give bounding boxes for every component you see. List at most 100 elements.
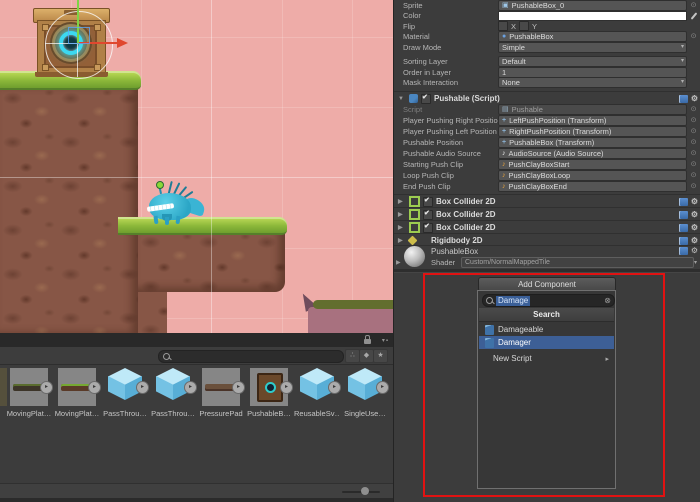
cube-thumbnail: ▸: [346, 368, 384, 406]
gear-icon[interactable]: ⚙: [691, 95, 698, 103]
component-enabled-checkbox[interactable]: [421, 94, 431, 104]
prefab-arrow-badge[interactable]: ▸: [280, 381, 293, 394]
slider-knob[interactable]: [361, 487, 369, 495]
panel-menu-icon[interactable]: ▾▪: [382, 337, 389, 344]
project-bottom-bar: [0, 483, 393, 499]
object-picker-icon[interactable]: ⊙: [689, 160, 698, 169]
asset-label: MovingPlat…: [54, 409, 100, 418]
sprite-object-field[interactable]: ▣ PushableBox_0: [498, 0, 687, 11]
gizmo-circle[interactable]: [45, 11, 113, 79]
pushable-component-header[interactable]: ▼ Pushable (Script) ⚙: [394, 91, 700, 105]
search-by-type-button[interactable]: ∴: [345, 349, 360, 363]
asset-item[interactable]: ▸ PassThrou…: [150, 368, 196, 418]
result-item-damager-selected[interactable]: Damager: [479, 336, 614, 349]
component-title: Box Collider 2D: [436, 210, 496, 219]
foldout-expanded-icon[interactable]: ▼: [398, 96, 406, 102]
foldout-collapsed-icon[interactable]: ▶: [398, 224, 406, 231]
component-title: Pushable (Script): [434, 94, 500, 103]
gear-icon[interactable]: ⚙: [691, 247, 698, 255]
foldout-collapsed-icon[interactable]: ▶: [398, 198, 406, 205]
transform-object-field[interactable]: + LeftPushPosition (Transform): [498, 115, 687, 126]
project-search-input[interactable]: [158, 350, 344, 363]
prefab-arrow-badge[interactable]: ▸: [136, 381, 149, 394]
component-enabled-checkbox[interactable]: [423, 210, 433, 220]
flip-x-checkbox[interactable]: [498, 21, 508, 31]
component-enabled-checkbox[interactable]: [423, 223, 433, 233]
prefab-arrow-badge[interactable]: ▸: [376, 381, 389, 394]
creature-object[interactable]: [147, 182, 211, 224]
order-in-layer-field[interactable]: 1: [498, 67, 687, 78]
asset-item[interactable]: ▸ MovingPlat…: [54, 368, 100, 418]
distant-cliff: [305, 300, 393, 333]
object-picker-icon[interactable]: ⊙: [689, 182, 698, 191]
foldout-collapsed-icon[interactable]: ▶: [398, 211, 406, 218]
audio-clip-icon: ♪: [502, 183, 506, 190]
audio-source-object-field[interactable]: ♪ AudioSource (Audio Source): [498, 148, 687, 159]
draw-mode-dropdown[interactable]: Simple: [498, 42, 687, 53]
prefab-arrow-badge[interactable]: ▸: [40, 381, 53, 394]
help-book-icon[interactable]: [679, 224, 688, 232]
new-script-item[interactable]: New Script ▸: [479, 352, 614, 365]
asset-item[interactable]: ▸ PassThrou…: [102, 368, 148, 418]
box-collider-header-3[interactable]: ▶ Box Collider 2D ⚙: [394, 220, 700, 234]
object-picker-icon[interactable]: ⊙: [689, 127, 698, 136]
prefab-arrow-badge[interactable]: ▸: [232, 381, 245, 394]
component-search-input[interactable]: Damage ⊗: [482, 294, 615, 307]
object-picker-icon[interactable]: ⊙: [689, 105, 698, 114]
color-swatch[interactable]: [498, 11, 687, 21]
audio-clip-object-field[interactable]: ♪ PushClayBoxEnd: [498, 181, 687, 192]
material-object-field[interactable]: ● PushableBox: [498, 31, 687, 42]
audio-clip-object-field[interactable]: ♪ PushClayBoxLoop: [498, 170, 687, 181]
lock-icon[interactable]: [364, 339, 371, 344]
object-picker-icon[interactable]: ⊙: [689, 149, 698, 158]
transform-object-field[interactable]: + RightPushPosition (Transform): [498, 126, 687, 137]
favorites-button[interactable]: ★: [373, 349, 388, 363]
help-book-icon[interactable]: [679, 198, 688, 206]
gizmo-x-arrowhead[interactable]: [117, 38, 128, 48]
scene-view[interactable]: [0, 0, 393, 333]
foldout-collapsed-icon[interactable]: ▶: [396, 259, 404, 266]
prefab-arrow-badge[interactable]: ▸: [328, 381, 341, 394]
gear-icon[interactable]: ⚙: [691, 211, 698, 219]
material-sphere-preview: [404, 246, 425, 267]
help-book-icon[interactable]: [679, 95, 688, 103]
help-book-icon[interactable]: [679, 247, 688, 255]
box-collider-header-2[interactable]: ▶ Box Collider 2D ⚙: [394, 207, 700, 221]
search-by-label-button[interactable]: ◆: [359, 349, 374, 363]
material-icon: ●: [502, 33, 506, 40]
property-label: Loop Push Clip: [403, 171, 498, 180]
project-toolbar: ∴ ◆ ★: [0, 347, 393, 365]
asset-item[interactable]: ▸ PushableB…: [246, 368, 292, 418]
mask-interaction-value: None: [502, 78, 520, 87]
object-picker-icon[interactable]: ⊙: [689, 32, 698, 41]
result-item-damageable[interactable]: Damageable: [479, 323, 614, 336]
sorting-layer-dropdown[interactable]: Default: [498, 56, 687, 67]
component-enabled-checkbox[interactable]: [423, 197, 433, 207]
flip-y-checkbox[interactable]: [519, 21, 529, 31]
gear-icon[interactable]: ⚙: [691, 224, 698, 232]
audio-clip-object-field[interactable]: ♪ PushClayBoxStart: [498, 159, 687, 170]
script-object-field: ▤ Pushable: [498, 104, 687, 115]
gear-icon[interactable]: ⚙: [691, 237, 698, 245]
foldout-collapsed-icon[interactable]: ▶: [398, 237, 406, 244]
object-picker-icon[interactable]: ⊙: [689, 171, 698, 180]
asset-item[interactable]: ▸ PressurePad: [198, 368, 244, 418]
eyedropper-icon[interactable]: [689, 11, 698, 20]
gear-icon[interactable]: ⚙: [691, 198, 698, 206]
prefab-arrow-badge[interactable]: ▸: [88, 381, 101, 394]
help-book-icon[interactable]: [679, 211, 688, 219]
shader-dropdown[interactable]: Custom/NormalMappedTile: [461, 257, 694, 268]
transform-icon: +: [502, 128, 506, 135]
help-book-icon[interactable]: [679, 237, 688, 245]
mask-interaction-dropdown[interactable]: None: [498, 77, 687, 88]
asset-item[interactable]: ▸ ReusableSv…: [294, 368, 340, 418]
box-collider-header-1[interactable]: ▶ Box Collider 2D ⚙: [394, 194, 700, 208]
asset-item[interactable]: ▸ SingleUse…: [342, 368, 388, 418]
object-picker-icon[interactable]: ⊙: [689, 116, 698, 125]
transform-object-field[interactable]: + PushableBox (Transform): [498, 137, 687, 148]
clear-search-icon[interactable]: ⊗: [604, 296, 611, 306]
asset-item[interactable]: ▸ MovingPlat…: [6, 368, 52, 418]
object-picker-icon[interactable]: ⊙: [689, 1, 698, 10]
object-picker-icon[interactable]: ⊙: [689, 138, 698, 147]
prefab-arrow-badge[interactable]: ▸: [184, 381, 197, 394]
